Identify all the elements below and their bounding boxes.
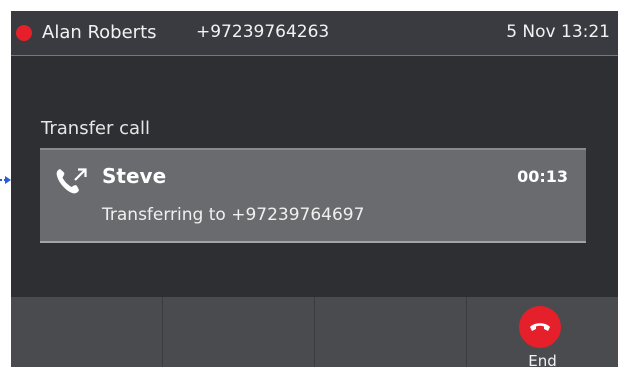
softkey-3[interactable]: [315, 297, 467, 367]
call-card[interactable]: Steve 00:13 Transferring to +97239764697: [40, 148, 586, 243]
caller-number: +97239764263: [196, 22, 330, 42]
caller-name: Alan Roberts: [42, 22, 157, 43]
softkey-2[interactable]: [163, 297, 315, 367]
hang-up-icon: [519, 306, 561, 348]
outgoing-call-icon: [54, 166, 88, 196]
pointer-arrow: [0, 176, 11, 184]
transfer-status-text: Transferring to +97239764697: [102, 205, 365, 225]
softkey-bar: End: [11, 297, 618, 367]
phone-screen: Alan Roberts +97239764263 5 Nov 13:21 Tr…: [11, 11, 618, 367]
end-call-label: End: [528, 352, 557, 367]
end-call-button[interactable]: End: [467, 297, 618, 367]
status-bar: Alan Roberts +97239764263 5 Nov 13:21: [11, 11, 618, 56]
date-time: 5 Nov 13:21: [506, 22, 610, 42]
section-title: Transfer call: [41, 118, 151, 139]
call-status-dot: [16, 25, 32, 41]
softkey-1[interactable]: [11, 297, 163, 367]
contact-name: Steve: [102, 164, 167, 188]
call-duration: 00:13: [517, 167, 568, 186]
